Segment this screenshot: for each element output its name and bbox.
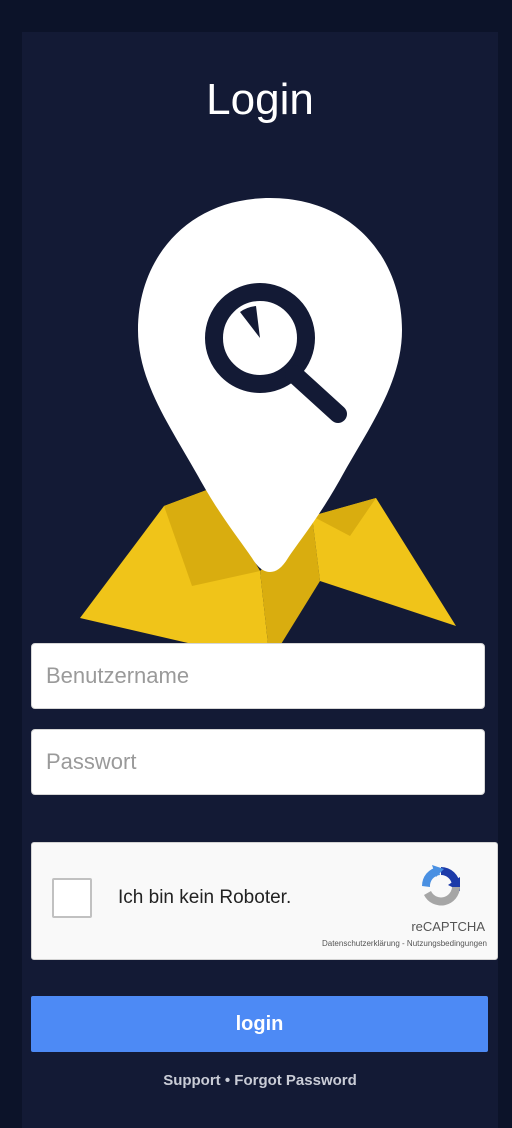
page-title: Login — [206, 75, 314, 124]
recaptcha-icon — [421, 865, 460, 906]
forgot-password-link[interactable]: Forgot Password — [234, 1072, 357, 1089]
links-separator: - — [399, 939, 407, 948]
map-pin-search-icon — [80, 198, 456, 662]
username-input[interactable] — [31, 643, 485, 709]
recaptcha-links: Datenschutzerklärung - Nutzungsbedingung… — [322, 939, 487, 948]
recaptcha-label: Ich bin kein Roboter. — [118, 887, 292, 908]
recaptcha-brand: reCAPTCHA — [411, 919, 485, 934]
login-button[interactable]: login — [31, 996, 488, 1052]
terms-link[interactable]: Nutzungsbedingungen — [407, 939, 487, 948]
recaptcha-checkbox[interactable] — [52, 878, 92, 918]
password-input[interactable] — [31, 729, 485, 795]
footer-separator: • — [220, 1072, 235, 1089]
recaptcha-widget: Ich bin kein Roboter. reCAPTCHA Datensch… — [31, 842, 498, 960]
footer-links: Support • Forgot Password — [22, 1072, 498, 1089]
support-link[interactable]: Support — [163, 1072, 221, 1089]
login-panel: Login Ich bin kein Roboter. — [22, 32, 498, 1128]
privacy-link[interactable]: Datenschutzerklärung — [322, 939, 400, 948]
